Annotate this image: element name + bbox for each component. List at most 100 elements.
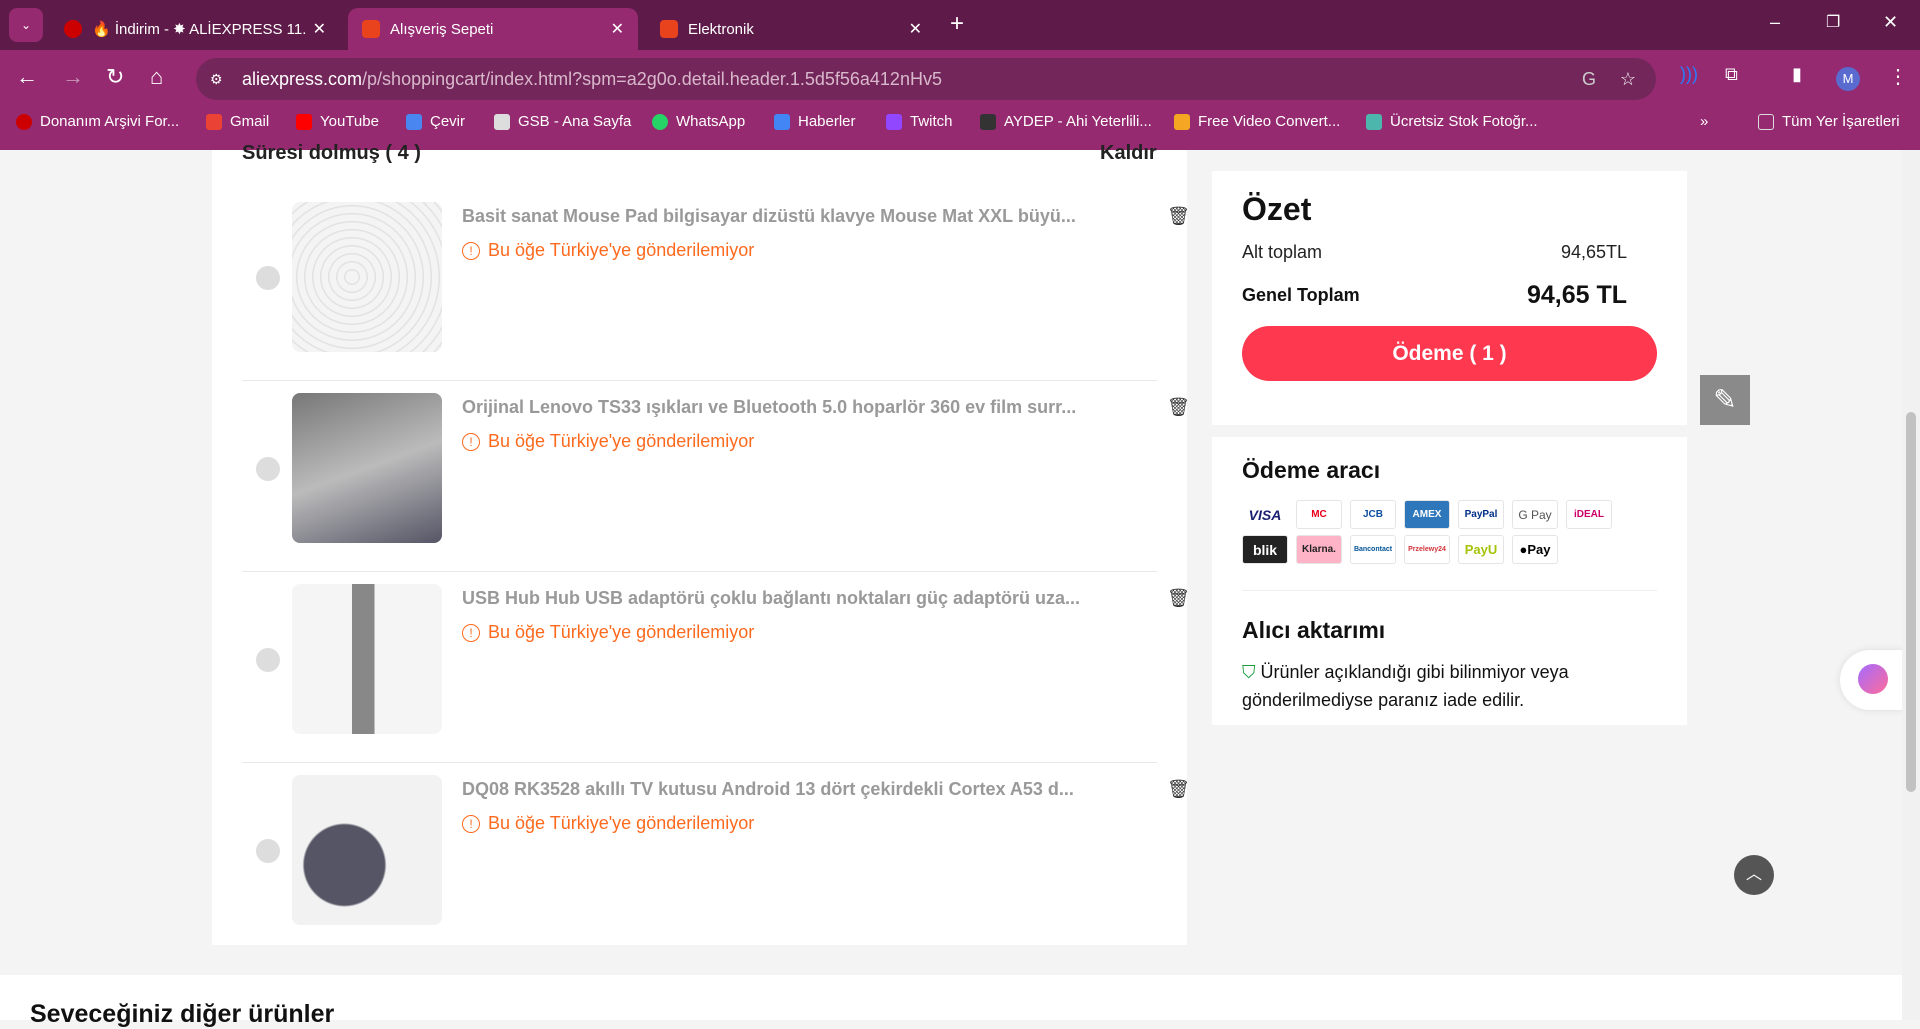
- avatar[interactable]: M: [1836, 67, 1860, 91]
- product-image[interactable]: [292, 584, 442, 734]
- info-icon: !: [462, 241, 480, 260]
- tab-cart[interactable]: Alışveriş Sepeti ✕: [348, 8, 638, 50]
- recommendations-section: Seveceğiniz diğer ürünler: [0, 975, 1902, 1028]
- forward-icon[interactable]: →: [62, 64, 84, 90]
- address-bar[interactable]: ⚙ aliexpress.com/p/shoppingcart/index.htm…: [196, 58, 1656, 100]
- close-window-button[interactable]: ✕: [1883, 12, 1898, 33]
- tab-bar: ⌄ 🔥 İndirim - ✸ ALİEXPRESS 11. ✕ Alışveri…: [0, 0, 1920, 50]
- product-image[interactable]: [292, 202, 442, 352]
- extension-wave-icon[interactable]: ))): [1680, 64, 1698, 85]
- visa-icon: VISA: [1248, 506, 1282, 523]
- protection-text: Ürünler açıklandığı gibi bilinmiyor veya…: [1242, 662, 1569, 710]
- shield-check-icon: ⛉: [1242, 662, 1256, 682]
- bookmark-1[interactable]: Donanım Arşivi For...: [16, 113, 179, 130]
- apple-pay-icon: ● Pay: [1512, 535, 1558, 564]
- bookmark-9[interactable]: AYDEP - Ahi Yeterlili...: [980, 113, 1152, 130]
- bookmark-8[interactable]: Twitch: [886, 113, 953, 130]
- amex-icon: AMEX: [1404, 500, 1450, 529]
- payu-icon: PayU: [1458, 535, 1504, 564]
- checkout-button[interactable]: Ödeme ( 1 ): [1242, 326, 1657, 381]
- scroll-to-top-button[interactable]: ︿: [1734, 855, 1774, 895]
- bookmark-7[interactable]: Haberler: [774, 113, 856, 130]
- brain-icon: [1858, 664, 1888, 694]
- ideal-icon: iDEAL: [1566, 500, 1612, 529]
- product-image[interactable]: [292, 775, 442, 925]
- all-bookmarks[interactable]: Tüm Yer İşaretleri: [1758, 113, 1900, 130]
- protection-title: Alıcı aktarımı: [1242, 617, 1386, 643]
- bookmark-star-icon[interactable]: ☆: [1620, 69, 1636, 90]
- total-value: 94,65 TL: [1526, 281, 1627, 309]
- restore-button[interactable]: ❐: [1826, 12, 1840, 32]
- gpay-icon: G Pay: [1512, 500, 1558, 529]
- product-title[interactable]: DQ08 RK3528 akıllı TV kutusu Android 13 …: [462, 779, 1074, 800]
- cart-item: DQ08 RK3528 akıllı TV kutusu Android 13 …: [242, 763, 1190, 954]
- translate-icon[interactable]: G: [1582, 69, 1596, 90]
- payment-card: Ödeme aracı VISA MC JCB AMEX PayPal G Pa…: [1212, 437, 1687, 725]
- bookmark-5[interactable]: GSB - Ana Sayfa: [494, 113, 631, 130]
- klarna-icon: Klarna.: [1296, 535, 1342, 564]
- tab-indirim[interactable]: 🔥 İndirim - ✸ ALİEXPRESS 11. ✕: [50, 8, 340, 50]
- tab-elektronik[interactable]: Elektronik ✕: [646, 8, 936, 50]
- close-tab-icon[interactable]: ✕: [909, 19, 922, 39]
- trash-icon[interactable]: 🗑: [1167, 206, 1190, 227]
- product-title[interactable]: USB Hub Hub USB adaptörü çoklu bağlantı …: [462, 588, 1080, 609]
- back-icon[interactable]: ←: [16, 64, 38, 90]
- info-icon: !: [462, 623, 480, 642]
- shipping-warning: ! Bu öğe Türkiye'ye gönderilemiyor: [462, 813, 754, 834]
- extensions-icon[interactable]: ⧉: [1725, 64, 1738, 85]
- scrollbar[interactable]: [1902, 150, 1920, 1020]
- item-checkbox[interactable]: [256, 648, 280, 672]
- payment-title: Ödeme aracı: [1242, 457, 1381, 483]
- new-tab-button[interactable]: +: [950, 10, 964, 38]
- paypal-icon: PayPal: [1458, 500, 1504, 529]
- recommendations-title: Seveceğiniz diğer ürünler: [30, 1000, 335, 1028]
- przelewy24-icon: Przelewy24: [1404, 535, 1450, 564]
- side-panel-icon[interactable]: ▮: [1792, 64, 1802, 85]
- donanim-favicon: [64, 20, 82, 38]
- toolbar: ← → ↻ ⌂ ⚙ aliexpress.com/p/shoppingcart/i…: [0, 50, 1920, 150]
- trash-icon[interactable]: 🗑: [1167, 779, 1190, 800]
- summary-title: Özet: [1242, 191, 1312, 227]
- reload-icon[interactable]: ↻: [106, 64, 124, 90]
- aliexpress-favicon: [362, 20, 380, 38]
- scrollbar-thumb[interactable]: [1906, 412, 1916, 792]
- shipping-warning: ! Bu öğe Türkiye'ye gönderilemiyor: [462, 431, 754, 452]
- more-bookmarks-icon[interactable]: »: [1700, 113, 1708, 130]
- product-title[interactable]: Basit sanat Mouse Pad bilgisayar dizüstü…: [462, 206, 1076, 227]
- section-title: Süresi dolmuş ( 4 ): [242, 142, 421, 164]
- bookmark-2[interactable]: Gmail: [206, 113, 269, 130]
- tab-search-button[interactable]: ⌄: [9, 8, 43, 42]
- trash-icon[interactable]: 🗑: [1167, 397, 1190, 418]
- edit-button[interactable]: ✎: [1700, 375, 1750, 425]
- subtotal-value: 94,65TL: [1560, 242, 1627, 262]
- product-title[interactable]: Orijinal Lenovo TS33 ışıkları ve Bluetoo…: [462, 397, 1076, 418]
- close-tab-icon[interactable]: ✕: [611, 19, 624, 39]
- bookmark-6[interactable]: WhatsApp: [652, 113, 745, 130]
- divider: [1242, 590, 1657, 591]
- item-checkbox[interactable]: [256, 266, 280, 290]
- bookmark-10[interactable]: Free Video Convert...: [1174, 113, 1340, 130]
- product-image[interactable]: [292, 393, 442, 543]
- blik-icon: blik: [1242, 535, 1288, 564]
- site-settings-icon[interactable]: ⚙: [210, 71, 223, 88]
- close-tab-icon[interactable]: ✕: [313, 19, 326, 39]
- cart-item: Orijinal Lenovo TS33 ışıkları ve Bluetoo…: [242, 381, 1190, 572]
- shipping-warning: ! Bu öğe Türkiye'ye gönderilemiyor: [462, 240, 754, 261]
- bookmark-4[interactable]: Çevir: [406, 113, 465, 130]
- mastercard-icon: MC: [1296, 500, 1342, 529]
- remove-all-button[interactable]: Kaldır: [1100, 142, 1157, 165]
- bookmark-11[interactable]: Ücretsiz Stok Fotoğr...: [1366, 113, 1538, 130]
- subtotal-label: Alt toplam: [1242, 242, 1323, 262]
- bookmark-3[interactable]: YouTube: [296, 113, 379, 130]
- jcb-icon: JCB: [1350, 500, 1396, 529]
- info-icon: !: [462, 814, 480, 833]
- trash-icon[interactable]: 🗑: [1167, 588, 1190, 609]
- cart-item: Basit sanat Mouse Pad bilgisayar dizüstü…: [242, 190, 1190, 381]
- payment-methods: VISA MC JCB AMEX PayPal G Pay iDEAL blik…: [1242, 500, 1622, 564]
- minimize-button[interactable]: –: [1770, 12, 1780, 33]
- item-checkbox[interactable]: [256, 457, 280, 481]
- item-checkbox[interactable]: [256, 839, 280, 863]
- cart-item: USB Hub Hub USB adaptörü çoklu bağlantı …: [242, 572, 1190, 763]
- menu-icon[interactable]: ⋮: [1888, 64, 1908, 89]
- home-icon[interactable]: ⌂: [150, 64, 163, 90]
